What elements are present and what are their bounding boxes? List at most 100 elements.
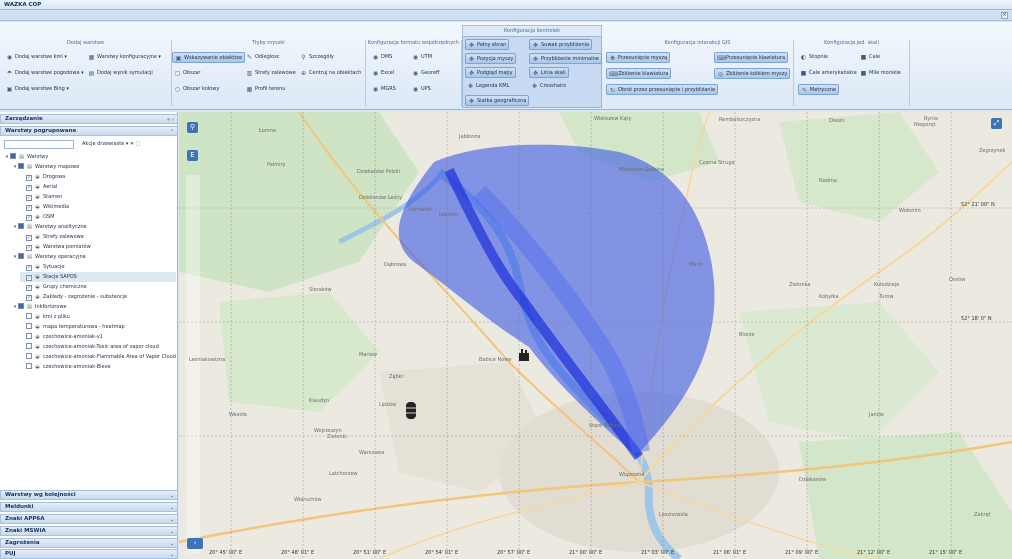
layer-checkbox[interactable]: ✓ — [26, 205, 32, 211]
control-geo-grid[interactable]: ✥ Siatka geograficzna — [465, 95, 530, 106]
control-scale-line[interactable]: ✥ Linia skali — [529, 67, 569, 78]
section-puj[interactable]: PUJ ⌄ — [0, 549, 178, 559]
tree-node[interactable]: ✓ ◒ OSM — [20, 212, 176, 222]
chevron-up-icon[interactable]: ⌃ — [170, 128, 174, 137]
add-kml-layer-button[interactable]: ◉ Dodaj warstwe kml ▾ — [4, 52, 69, 63]
fullscreen-button[interactable]: ⤢ — [991, 118, 1002, 129]
tree-node[interactable]: ▾ ▤ Warstwy — [4, 152, 176, 162]
layer-checkbox[interactable]: ✓ — [26, 215, 32, 221]
add-bing-layer-button[interactable]: ▣ Dodaj warstwe Bing ▾ — [4, 84, 71, 95]
panel-collapse-icon[interactable]: « ‹ — [167, 116, 174, 125]
panel-header-zarzadzanie[interactable]: Zarządzanie « ‹ — [0, 114, 178, 124]
zoom-extent-button[interactable]: E — [187, 150, 198, 161]
tree-node[interactable]: ◒ mapa temperaturowa - heatmap — [20, 322, 176, 332]
layer-checkbox[interactable] — [26, 353, 32, 359]
close-icon[interactable]: × — [1001, 12, 1008, 19]
unit-metric[interactable]: ✎ Metryczne — [798, 84, 839, 95]
layer-checkbox[interactable] — [26, 343, 32, 349]
tree-node[interactable]: ✓ ◒ Wikimedia — [20, 202, 176, 212]
chevron-down-icon[interactable]: ⌄ — [170, 504, 174, 513]
interaction-pinch-rotate[interactable]: ↻ Obrót przez przesunięcie i przybliżanie — [606, 84, 719, 95]
layer-checkbox[interactable] — [10, 153, 16, 159]
layer-checkbox[interactable]: ✓ — [26, 295, 32, 301]
tree-node[interactable]: ✓ ◒ Stacje SAPOS — [20, 272, 176, 282]
section-meldunki[interactable]: Meldunki ⌄ — [0, 502, 178, 512]
section-znaki-mswia[interactable]: Znaki MSWiA ⌄ — [0, 526, 178, 536]
section-warstwy-kolejnosc[interactable]: Warstwy wg kolejności ⌄ — [0, 490, 178, 500]
tree-node[interactable]: ▾ ▤ Inkfórtorowe — [12, 302, 176, 312]
layer-checkbox[interactable] — [26, 323, 32, 329]
chevron-down-icon[interactable]: ⌄ — [170, 540, 174, 549]
format-mgrs[interactable]: ◉ MGRS — [370, 84, 398, 95]
interaction-keyboard-zoom[interactable]: ⌨ Zbliżenie klawiatura — [606, 68, 672, 79]
tree-node[interactable]: ✓ ◒ Aerial — [20, 182, 176, 192]
control-mouse-position[interactable]: ✥ Pozycja myszy — [465, 53, 517, 64]
mode-select-objects[interactable]: ▣ Wskazywanie obiektów — [172, 52, 246, 63]
mode-flood-zones[interactable]: ▥ Strefy zalewowe — [244, 68, 298, 79]
format-utm[interactable]: ◉ UTM — [410, 52, 434, 63]
overview-toggle-button[interactable]: › — [187, 538, 203, 549]
zoom-slider[interactable] — [186, 175, 200, 553]
tree-node[interactable]: ▾ ▤ Warstwy mapowe — [12, 162, 176, 172]
layer-checkbox[interactable]: ✓ — [26, 245, 32, 251]
config-layers-button[interactable]: ▦ Warstwy konfiguracyjne ▾ — [86, 52, 163, 63]
layer-checkbox[interactable] — [18, 303, 24, 309]
panel-subheader-warstwy[interactable]: Warstwy pogrupowane ⌃ — [0, 126, 178, 136]
format-georeff[interactable]: ◉ Georeff — [410, 68, 441, 79]
layer-checkbox[interactable] — [18, 253, 24, 259]
format-excel[interactable]: ◉ Excel — [370, 68, 396, 79]
layer-checkbox[interactable] — [26, 363, 32, 369]
tree-node[interactable]: ◒ czechowice-amoniak-v1 — [20, 332, 176, 342]
tree-node[interactable]: ◒ czechowice-amoniak-Flammable Area of Va… — [20, 352, 176, 362]
section-znaki-app6a[interactable]: Znaki APP6A ⌄ — [0, 514, 178, 524]
layer-checkbox[interactable] — [18, 223, 24, 229]
layer-checkbox[interactable]: ✓ — [26, 185, 32, 191]
tree-node[interactable]: ◒ kml z pliku — [20, 312, 176, 322]
layer-checkbox[interactable]: ✓ — [26, 275, 32, 281]
layer-checkbox[interactable] — [26, 313, 32, 319]
format-ups[interactable]: ◉ UPS — [410, 84, 433, 95]
tree-node[interactable]: ✓ ◒ Grupy chemiczne — [20, 282, 176, 292]
tree-node[interactable]: ◒ czechowice-amoniak-Bleve — [20, 362, 176, 372]
tree-node[interactable]: ✓ ◒ Stamen — [20, 192, 176, 202]
tree-node[interactable]: ✓ ◒ Zakłady - zagrożenie - substancje — [20, 292, 176, 302]
tree-node[interactable]: ▾ ▤ Warstwy analityczne — [12, 222, 176, 232]
layer-checkbox[interactable]: ✓ — [26, 195, 32, 201]
unit-nautical-miles[interactable]: ■ Mile morskie — [858, 68, 903, 79]
layer-checkbox[interactable]: ✓ — [26, 265, 32, 271]
chevron-down-icon[interactable]: ⌄ — [170, 492, 174, 501]
layer-checkbox[interactable]: ✓ — [26, 285, 32, 291]
interaction-mouse-pan[interactable]: ✥ Przesunięcie myszą — [606, 52, 671, 63]
chevron-down-icon[interactable]: ⌄ — [170, 551, 174, 559]
layer-checkbox[interactable] — [18, 163, 24, 169]
tree-node[interactable]: ◒ czechowice-amoniak-Toxic area of vapor … — [20, 342, 176, 352]
layer-checkbox[interactable]: ✓ — [26, 175, 32, 181]
tree-node[interactable]: ✓ ◒ Warstwa pomiarów — [20, 242, 176, 252]
section-zagrozenia[interactable]: Zagrożenia ⌄ — [0, 538, 178, 548]
mode-details[interactable]: ⚲ Szczegóły — [298, 52, 336, 63]
mode-area[interactable]: ▢ Obszar — [172, 68, 202, 79]
interaction-wheel-zoom[interactable]: ◎ Zbliżenie kółkiem myszy — [714, 68, 791, 79]
add-weather-layer-button[interactable]: ☂ Dodaj warstwe pogodowa ▾ — [4, 68, 86, 79]
chevron-down-icon[interactable]: ⌄ — [170, 528, 174, 537]
tree-node[interactable]: ✓ ◒ Strefy zalewowe — [20, 232, 176, 242]
unit-degrees[interactable]: ◐ Stopnie — [798, 52, 830, 63]
chevron-down-icon[interactable]: ⌄ — [170, 516, 174, 525]
tree-node[interactable]: ▾ ▤ Warstwy operacyjne — [12, 252, 176, 262]
mode-terrain-profile[interactable]: ▦ Profil terenu — [244, 84, 287, 95]
control-min-zoom[interactable]: ✥ Przybliżenie minimalne — [529, 53, 602, 64]
tree-node[interactable]: ✓ ◒ Sytuacje — [20, 262, 176, 272]
control-crosshairs[interactable]: ✥ Crosshairs — [529, 81, 568, 92]
mode-distance[interactable]: ✎ Odleglosc — [244, 52, 282, 63]
mode-center-objects[interactable]: ⊕ Centruj na obiektach — [298, 68, 363, 79]
map-view[interactable]: ⚲ E ⤢ › Łomna Jabłonna Wieliszew Kąty Rembe… — [179, 112, 1012, 559]
control-zoom-slider[interactable]: ✥ Suwak przybliżenia — [529, 39, 593, 50]
tree-search-input[interactable] — [4, 140, 74, 149]
layer-checkbox[interactable]: ✓ — [26, 235, 32, 241]
tree-actions-menu[interactable]: Akcje drzewiaste ▾ ✕ ⬚ — [82, 140, 140, 149]
control-overview-map[interactable]: ✥ Podgląd mapy — [465, 67, 516, 78]
interaction-keyboard-pan[interactable]: ⌨ Przesunięcie klawiatura — [714, 52, 789, 63]
control-kml-legend[interactable]: ✥ Legenda KML — [465, 81, 511, 92]
mode-circle-area[interactable]: ○ Obszar kołowy — [172, 84, 221, 95]
tree-node[interactable]: ✓ ◒ Drogowa — [20, 172, 176, 182]
